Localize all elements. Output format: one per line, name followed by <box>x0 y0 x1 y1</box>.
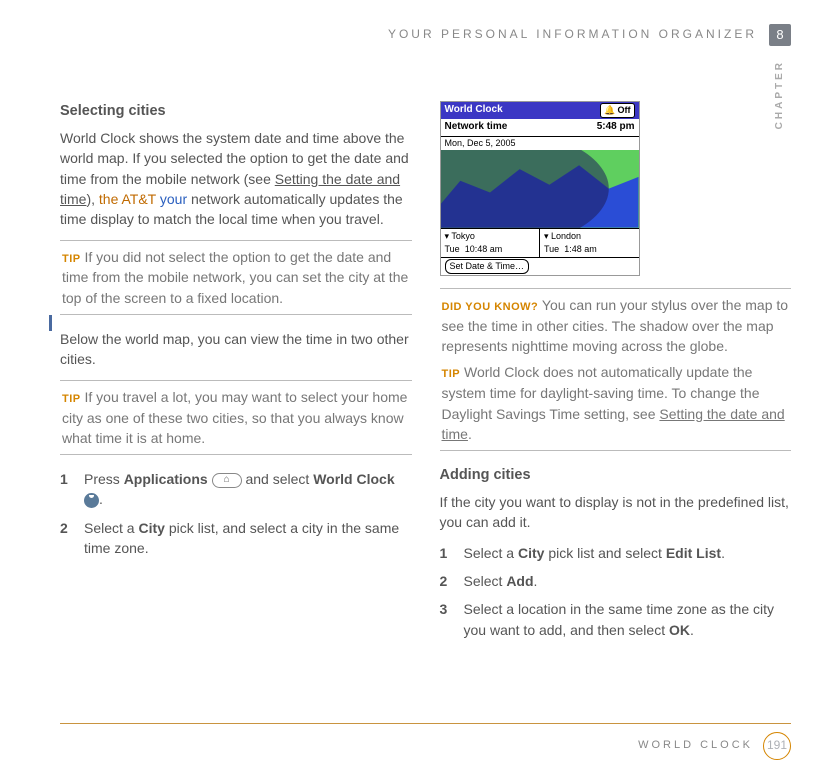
paragraph: World Clock shows the system date and ti… <box>60 128 412 229</box>
info-box: DID YOU KNOW? You can run your stylus ov… <box>440 288 792 451</box>
ui-term: City <box>518 545 544 561</box>
paragraph: If the city you want to display is not i… <box>440 492 792 533</box>
city-time: 10:48 am <box>465 244 503 254</box>
step-text: Select a location in the same time zone … <box>464 601 775 637</box>
city-cell: ▾ London Tue 1:48 am <box>539 229 639 257</box>
did-you-know-label: DID YOU KNOW? <box>442 301 539 313</box>
off-label: Off <box>618 104 631 117</box>
screenshot-app-title: World Clock <box>445 103 503 118</box>
screenshot-titlebar: World Clock 🔔Off <box>441 102 639 119</box>
tip-body: If you did not select the option to get … <box>62 249 408 306</box>
city-day: Tue <box>445 244 460 254</box>
chapter-label-vertical: CHAPTER <box>773 60 788 129</box>
world-clock-screenshot: World Clock 🔔Off Network time 5:48 pm Mo… <box>440 101 640 276</box>
procedure-list: Press Applications ⌂ and select World Cl… <box>60 469 412 558</box>
set-date-time-button-row: Set Date & Time… <box>441 257 639 275</box>
ui-term: City <box>138 520 164 536</box>
list-item: Select a City pick list, and select a ci… <box>60 518 412 559</box>
running-header: YOUR PERSONAL INFORMATION ORGANIZER <box>388 26 757 43</box>
deleted-text-att: the AT&T <box>99 191 160 207</box>
alarm-off-toggle: 🔔Off <box>600 103 634 118</box>
step-text: . <box>690 622 694 638</box>
step-text: . <box>99 491 103 507</box>
chapter-number-badge: 8 <box>769 24 791 46</box>
body-text: ), <box>86 191 98 207</box>
network-time-label: Network time <box>445 120 508 135</box>
page-number-badge: 191 <box>763 732 791 760</box>
ui-term: Edit List <box>666 545 721 561</box>
ui-term: Applications <box>124 471 208 487</box>
step-text: Select <box>464 573 507 589</box>
left-column: Selecting cities World Clock shows the s… <box>60 101 412 648</box>
city-name: London <box>551 231 581 241</box>
footer-section-title: WORLD CLOCK <box>638 738 753 754</box>
step-text: Press <box>84 471 124 487</box>
right-column: World Clock 🔔Off Network time 5:48 pm Mo… <box>440 101 792 648</box>
step-text: . <box>534 573 538 589</box>
city-cell: ▾ Tokyo Tue 10:48 am <box>441 229 540 257</box>
page-footer: WORLD CLOCK 191 <box>60 723 791 760</box>
content-columns: Selecting cities World Clock shows the s… <box>60 101 791 648</box>
tip-label: TIP <box>62 393 81 405</box>
tip-body: If you travel a lot, you may want to sel… <box>62 389 407 446</box>
ui-term: OK <box>669 622 690 638</box>
ui-term: World Clock <box>313 471 394 487</box>
applications-button-icon: ⌂ <box>212 473 242 488</box>
section-heading-selecting-cities: Selecting cities <box>60 101 412 122</box>
step-text: pick list and select <box>544 545 665 561</box>
tip-label: TIP <box>442 368 461 380</box>
tip-box: TIP If you travel a lot, you may want to… <box>60 380 412 456</box>
city-time: 1:48 am <box>564 244 597 254</box>
paragraph: Below the world map, you can view the ti… <box>60 329 412 370</box>
city-row: ▾ Tokyo Tue 10:48 am ▾ London Tue 1:48 a… <box>441 228 639 257</box>
tip-box: TIP If you did not select the option to … <box>60 240 412 316</box>
list-item: Select Add. <box>440 571 792 591</box>
current-time-value: 5:48 pm <box>597 120 635 135</box>
current-date-value: Mon, Dec 5, 2005 <box>441 137 639 150</box>
ui-term: Add <box>506 573 533 589</box>
section-heading-adding-cities: Adding cities <box>440 465 792 486</box>
city-day: Tue <box>544 244 559 254</box>
step-text: and select <box>245 471 313 487</box>
city-name: Tokyo <box>451 231 475 241</box>
screenshot-network-row: Network time 5:48 pm <box>441 119 639 137</box>
tip-text: . <box>468 426 472 442</box>
list-item: Select a City pick list and select Edit … <box>440 543 792 563</box>
procedure-list: Select a City pick list and select Edit … <box>440 543 792 640</box>
world-map-icon <box>441 150 639 228</box>
tip-body: World Clock does not automatically updat… <box>442 364 785 442</box>
step-text: . <box>721 545 725 561</box>
set-date-time-button: Set Date & Time… <box>445 259 530 274</box>
page-header: YOUR PERSONAL INFORMATION ORGANIZER 8 <box>60 24 791 46</box>
list-item: Press Applications ⌂ and select World Cl… <box>60 469 412 510</box>
change-bar-marker <box>49 315 52 331</box>
inserted-text-your: your <box>160 191 187 207</box>
tip-label: TIP <box>62 253 81 265</box>
step-text: Select a <box>84 520 138 536</box>
list-item: Select a location in the same time zone … <box>440 599 792 640</box>
world-clock-icon <box>84 493 99 508</box>
step-text: Select a <box>464 545 518 561</box>
